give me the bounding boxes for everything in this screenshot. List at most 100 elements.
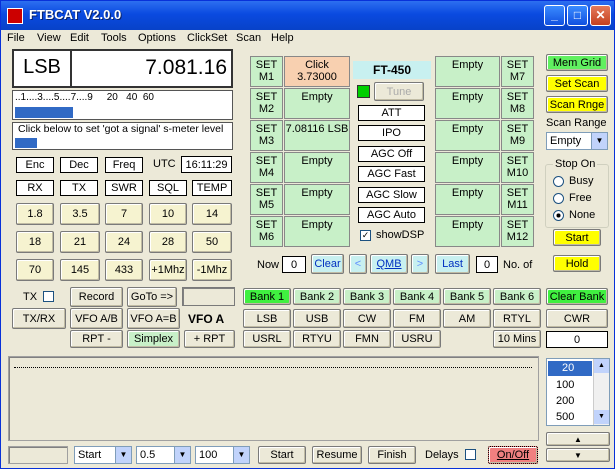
menu-options[interactable]: Options bbox=[138, 32, 176, 44]
goto-button[interactable]: GoTo => bbox=[127, 287, 177, 307]
next-memory-button[interactable]: > bbox=[411, 254, 429, 274]
agc-fast-button[interactable]: AGC Fast bbox=[358, 166, 425, 182]
memory-10[interactable]: Empty bbox=[435, 152, 500, 183]
free-radio[interactable] bbox=[553, 193, 564, 204]
minimize-button[interactable]: _ bbox=[544, 5, 565, 26]
band-18-button[interactable]: 18 bbox=[16, 231, 54, 253]
scan-start-select[interactable]: Start ▼ bbox=[74, 446, 132, 464]
memory-5[interactable]: Empty bbox=[284, 184, 350, 215]
menu-scan[interactable]: Scan bbox=[236, 32, 261, 44]
ten-mins-button[interactable]: 10 Mins bbox=[493, 330, 541, 348]
set-m7-button[interactable]: SET M7 bbox=[501, 56, 534, 87]
clear-bank-button[interactable]: Clear Bank bbox=[546, 288, 608, 305]
menu-file[interactable]: File bbox=[7, 32, 25, 44]
last-button[interactable]: Last bbox=[435, 254, 470, 274]
agc-off-button[interactable]: AGC Off bbox=[358, 146, 425, 162]
s-meter-level[interactable]: Click below to set 'got a signal' s-mete… bbox=[12, 122, 233, 150]
mode-cw-button[interactable]: CW bbox=[343, 309, 391, 328]
simplex-button[interactable]: Simplex bbox=[127, 330, 180, 348]
step-list-scrollbar[interactable]: ▲ ▼ bbox=[593, 359, 609, 425]
freq-button[interactable]: Freq bbox=[105, 157, 143, 173]
scan-range-select[interactable]: Empty ▼ bbox=[546, 132, 608, 150]
scan-start-button[interactable]: Start bbox=[553, 229, 601, 246]
finish-button[interactable]: Finish bbox=[368, 446, 416, 464]
memory-6[interactable]: Empty bbox=[284, 216, 350, 247]
enc-button[interactable]: Enc bbox=[16, 157, 54, 173]
rpt-plus-button[interactable]: + RPT bbox=[184, 330, 235, 348]
busy-radio[interactable] bbox=[553, 176, 564, 187]
memory-7[interactable]: Empty bbox=[435, 56, 500, 87]
mode-usru-button[interactable]: USRU bbox=[393, 330, 441, 348]
set-m9-button[interactable]: SET M9 bbox=[501, 120, 534, 151]
bank-2-button[interactable]: Bank 2 bbox=[293, 288, 341, 305]
mode-rtyu-button[interactable]: RTYU bbox=[293, 330, 341, 348]
step-list-item[interactable]: 20 bbox=[548, 361, 592, 376]
agc-auto-button[interactable]: AGC Auto bbox=[358, 207, 425, 223]
vfo-a-equals-b-button[interactable]: VFO A=B bbox=[127, 308, 180, 329]
bank-1-button[interactable]: Bank 1 bbox=[243, 288, 291, 305]
maximize-button[interactable]: □ bbox=[567, 5, 588, 26]
tune-button[interactable]: Tune bbox=[374, 82, 424, 101]
memory-1[interactable]: Click 3.73000 bbox=[284, 56, 350, 87]
swr-button[interactable]: SWR bbox=[105, 180, 143, 196]
mode-lsb-button[interactable]: LSB bbox=[243, 309, 291, 328]
mode-rtyl-button[interactable]: RTYL bbox=[493, 309, 541, 328]
menu-tools[interactable]: Tools bbox=[101, 32, 127, 44]
memory-3[interactable]: 7.08116 LSB bbox=[284, 120, 350, 151]
none-radio[interactable] bbox=[553, 210, 564, 221]
s-meter-threshold-bar[interactable] bbox=[15, 138, 37, 148]
hold-button[interactable]: Hold bbox=[553, 255, 601, 272]
tx-checkbox[interactable] bbox=[43, 291, 54, 302]
set-m11-button[interactable]: SET M11 bbox=[501, 184, 534, 215]
list-down-button[interactable]: ▼ bbox=[546, 448, 610, 462]
minus-1mhz-button[interactable]: -1Mhz bbox=[192, 259, 232, 281]
memory-4[interactable]: Empty bbox=[284, 152, 350, 183]
close-button[interactable]: ✕ bbox=[590, 5, 611, 26]
band-7-button[interactable]: 7 bbox=[105, 203, 143, 225]
set-m6-button[interactable]: SET M6 bbox=[250, 216, 283, 247]
rpt-minus-button[interactable]: RPT - bbox=[70, 330, 123, 348]
scan-range-button[interactable]: Scan Rnge bbox=[546, 96, 608, 113]
showdsp-checkbox[interactable]: ✓ bbox=[360, 230, 371, 241]
bank-3-button[interactable]: Bank 3 bbox=[343, 288, 391, 305]
set-m4-button[interactable]: SET M4 bbox=[250, 152, 283, 183]
band-21-button[interactable]: 21 bbox=[60, 231, 100, 253]
band-145-button[interactable]: 145 bbox=[60, 259, 100, 281]
memory-2[interactable]: Empty bbox=[284, 88, 350, 119]
band-433-button[interactable]: 433 bbox=[105, 259, 143, 281]
ipo-button[interactable]: IPO bbox=[358, 125, 425, 141]
step-list-item[interactable]: 500 bbox=[548, 410, 592, 425]
set-m2-button[interactable]: SET M2 bbox=[250, 88, 283, 119]
step-list[interactable]: 20 100 200 500 ▲ ▼ bbox=[546, 358, 610, 426]
set-m3-button[interactable]: SET M3 bbox=[250, 120, 283, 151]
step-select[interactable]: 0.5 ▼ bbox=[136, 446, 191, 464]
step-list-item[interactable]: 200 bbox=[548, 394, 592, 409]
ten-mins-field[interactable]: 0 bbox=[546, 331, 608, 348]
menu-view[interactable]: View bbox=[37, 32, 61, 44]
delay-select[interactable]: 100 ▼ bbox=[195, 446, 250, 464]
bottom-start-button[interactable]: Start bbox=[258, 446, 306, 464]
band-28-button[interactable]: 28 bbox=[149, 231, 187, 253]
now-field[interactable]: 0 bbox=[282, 256, 306, 273]
on-off-button[interactable]: On/Off bbox=[488, 446, 538, 464]
goto-field[interactable] bbox=[182, 287, 235, 306]
list-up-button[interactable]: ▲ bbox=[546, 432, 610, 446]
set-m12-button[interactable]: SET M12 bbox=[501, 216, 534, 247]
mode-cwr-button[interactable]: CWR bbox=[546, 309, 608, 328]
scroll-down-icon[interactable]: ▼ bbox=[594, 410, 609, 424]
memory-12[interactable]: Empty bbox=[435, 216, 500, 247]
mode-am-button[interactable]: AM bbox=[443, 309, 491, 328]
menu-edit[interactable]: Edit bbox=[70, 32, 89, 44]
mode-usrl-button[interactable]: USRL bbox=[243, 330, 291, 348]
att-button[interactable]: ATT bbox=[358, 105, 425, 121]
menu-help[interactable]: Help bbox=[271, 32, 294, 44]
set-m5-button[interactable]: SET M5 bbox=[250, 184, 283, 215]
step-list-item[interactable]: 100 bbox=[548, 378, 592, 393]
prev-memory-button[interactable]: < bbox=[349, 254, 367, 274]
memory-8[interactable]: Empty bbox=[435, 88, 500, 119]
band-14-button[interactable]: 14 bbox=[192, 203, 232, 225]
resume-button[interactable]: Resume bbox=[312, 446, 362, 464]
band-24-button[interactable]: 24 bbox=[105, 231, 143, 253]
mode-usb-button[interactable]: USB bbox=[293, 309, 341, 328]
tx-rx-button[interactable]: TX/RX bbox=[12, 308, 66, 329]
